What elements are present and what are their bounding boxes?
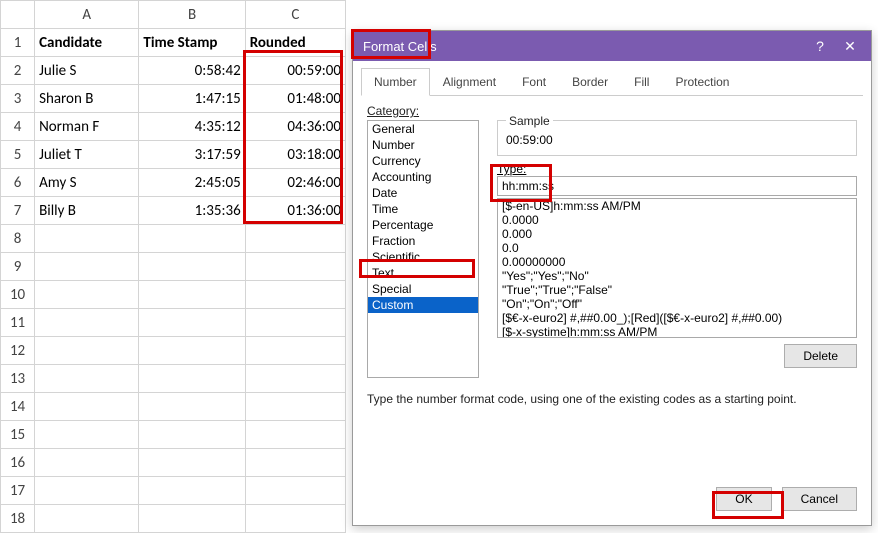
format-item[interactable]: "On";"On";"Off" bbox=[498, 297, 856, 311]
category-fraction[interactable]: Fraction bbox=[368, 233, 478, 249]
cell-b1[interactable]: Time Stamp bbox=[139, 29, 245, 57]
row-header-2[interactable]: 2 bbox=[1, 57, 35, 85]
type-input[interactable] bbox=[497, 176, 857, 196]
row-header-17[interactable]: 17 bbox=[1, 477, 35, 505]
cell-c5[interactable]: 03:18:00 bbox=[245, 141, 345, 169]
sample-label: Sample bbox=[506, 114, 553, 128]
cell-a7[interactable]: Billy B bbox=[35, 197, 139, 225]
row-header-7[interactable]: 7 bbox=[1, 197, 35, 225]
category-scientific[interactable]: Scientific bbox=[368, 249, 478, 265]
cell-a5[interactable]: Juliet T bbox=[35, 141, 139, 169]
format-item[interactable]: "True";"True";"False" bbox=[498, 283, 856, 297]
cell-b2[interactable]: 0:58:42 bbox=[139, 57, 245, 85]
row-header-1[interactable]: 1 bbox=[1, 29, 35, 57]
dialog-title-bar[interactable]: Format Cells ? ✕ bbox=[353, 31, 871, 61]
category-time[interactable]: Time bbox=[368, 201, 478, 217]
category-general[interactable]: General bbox=[368, 121, 478, 137]
row-header-11[interactable]: 11 bbox=[1, 309, 35, 337]
cell-a3[interactable]: Sharon B bbox=[35, 85, 139, 113]
format-item[interactable]: 0.000 bbox=[498, 227, 856, 241]
cell-b3[interactable]: 1:47:15 bbox=[139, 85, 245, 113]
dialog-title: Format Cells bbox=[363, 39, 805, 54]
cell-a1[interactable]: Candidate bbox=[35, 29, 139, 57]
cell-c3[interactable]: 01:48:00 bbox=[245, 85, 345, 113]
row-header-4[interactable]: 4 bbox=[1, 113, 35, 141]
format-item[interactable]: 0.00000000 bbox=[498, 255, 856, 269]
category-listbox[interactable]: General Number Currency Accounting Date … bbox=[367, 120, 479, 378]
format-item[interactable]: [$€-x-euro2] #,##0.00_);[Red]([$€-x-euro… bbox=[498, 311, 856, 325]
delete-button[interactable]: Delete bbox=[784, 344, 857, 368]
category-text[interactable]: Text bbox=[368, 265, 478, 281]
tab-number[interactable]: Number bbox=[361, 68, 430, 96]
tab-font[interactable]: Font bbox=[509, 68, 559, 96]
row-header-12[interactable]: 12 bbox=[1, 337, 35, 365]
col-header-c[interactable]: C bbox=[245, 1, 345, 29]
cell-c4[interactable]: 04:36:00 bbox=[245, 113, 345, 141]
sample-value: 00:59:00 bbox=[506, 133, 848, 147]
category-accounting[interactable]: Accounting bbox=[368, 169, 478, 185]
category-number[interactable]: Number bbox=[368, 137, 478, 153]
category-custom[interactable]: Custom bbox=[368, 297, 478, 313]
cell-c6[interactable]: 02:46:00 bbox=[245, 169, 345, 197]
cell-b5[interactable]: 3:17:59 bbox=[139, 141, 245, 169]
category-special[interactable]: Special bbox=[368, 281, 478, 297]
tab-protection[interactable]: Protection bbox=[662, 68, 742, 96]
row-header-15[interactable]: 15 bbox=[1, 421, 35, 449]
cell-a2[interactable]: Julie S bbox=[35, 57, 139, 85]
format-cells-dialog: Format Cells ? ✕ Number Alignment Font B… bbox=[352, 30, 872, 526]
row-header-18[interactable]: 18 bbox=[1, 505, 35, 533]
ok-button[interactable]: OK bbox=[716, 487, 771, 511]
cell-c7[interactable]: 01:36:00 bbox=[245, 197, 345, 225]
category-label: Category: bbox=[367, 104, 857, 118]
tab-fill[interactable]: Fill bbox=[621, 68, 662, 96]
tab-strip: Number Alignment Font Border Fill Protec… bbox=[361, 67, 863, 96]
col-header-a[interactable]: A bbox=[35, 1, 139, 29]
type-label: Type: bbox=[497, 162, 526, 176]
format-item[interactable]: "Yes";"Yes";"No" bbox=[498, 269, 856, 283]
row-header-16[interactable]: 16 bbox=[1, 449, 35, 477]
row-header-5[interactable]: 5 bbox=[1, 141, 35, 169]
cell-c2[interactable]: 00:59:00 bbox=[245, 57, 345, 85]
cell-b7[interactable]: 1:35:36 bbox=[139, 197, 245, 225]
row-header-9[interactable]: 9 bbox=[1, 253, 35, 281]
cell-a4[interactable]: Norman F bbox=[35, 113, 139, 141]
format-item[interactable]: [$-x-systime]h:mm:ss AM/PM bbox=[498, 325, 856, 338]
row-header-8[interactable]: 8 bbox=[1, 225, 35, 253]
tab-border[interactable]: Border bbox=[559, 68, 621, 96]
help-icon[interactable]: ? bbox=[805, 34, 835, 58]
close-icon[interactable]: ✕ bbox=[835, 34, 865, 58]
cell-b4[interactable]: 4:35:12 bbox=[139, 113, 245, 141]
cell-c1[interactable]: Rounded bbox=[245, 29, 345, 57]
col-header-b[interactable]: B bbox=[139, 1, 245, 29]
category-percentage[interactable]: Percentage bbox=[368, 217, 478, 233]
format-item[interactable]: 0.0 bbox=[498, 241, 856, 255]
spreadsheet-grid[interactable]: A B C 1 Candidate Time Stamp Rounded 2 J… bbox=[0, 0, 346, 533]
row-header-10[interactable]: 10 bbox=[1, 281, 35, 309]
cell-b6[interactable]: 2:45:05 bbox=[139, 169, 245, 197]
tab-alignment[interactable]: Alignment bbox=[430, 68, 509, 96]
row-header-13[interactable]: 13 bbox=[1, 365, 35, 393]
category-currency[interactable]: Currency bbox=[368, 153, 478, 169]
format-item[interactable]: 0.0000 bbox=[498, 213, 856, 227]
row-header-6[interactable]: 6 bbox=[1, 169, 35, 197]
format-listbox[interactable]: [$-en-US]h:mm:ss AM/PM 0.0000 0.000 0.0 … bbox=[497, 198, 857, 338]
row-header-14[interactable]: 14 bbox=[1, 393, 35, 421]
format-item[interactable]: [$-en-US]h:mm:ss AM/PM bbox=[498, 199, 856, 213]
format-hint-text: Type the number format code, using one o… bbox=[367, 392, 857, 406]
cell-a6[interactable]: Amy S bbox=[35, 169, 139, 197]
select-all-corner[interactable] bbox=[1, 1, 35, 29]
category-date[interactable]: Date bbox=[368, 185, 478, 201]
row-header-3[interactable]: 3 bbox=[1, 85, 35, 113]
cancel-button[interactable]: Cancel bbox=[782, 487, 857, 511]
